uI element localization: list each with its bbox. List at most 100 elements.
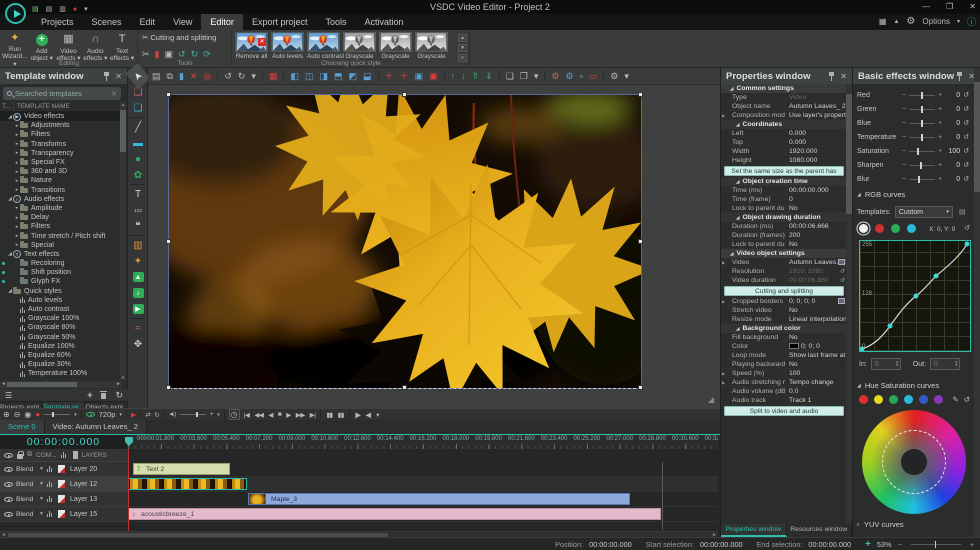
free-shape-tool-icon[interactable]: ✿ <box>128 167 148 183</box>
loop-icon[interactable]: ⇄ <box>145 411 150 419</box>
slider-minus-icon[interactable]: − <box>902 162 906 169</box>
prop-section-coordinates[interactable]: ◢Coordinates <box>721 120 847 129</box>
tree-item-auto-contrast[interactable]: Auto contrast <box>0 305 121 314</box>
tree-item-time-stretch-pitch-shift[interactable]: ▸Time stretch / Pitch shift <box>0 231 121 240</box>
align-center-icon[interactable]: ◫ <box>305 68 314 85</box>
prop-row-width[interactable]: Width1920.000 <box>721 147 847 156</box>
zoom-menu-icon[interactable]: ▾ <box>74 412 77 418</box>
prop-row-loop-mode[interactable]: Loop modeShow last frame at the er <box>721 351 847 360</box>
prop-value[interactable]: 00:00:06.666 <box>785 223 847 230</box>
visibility-icon[interactable] <box>4 482 13 487</box>
slider-minus-icon[interactable]: − <box>902 134 906 141</box>
prop-row-color[interactable]: Color0; 0; 0 <box>721 342 847 351</box>
sprite-tool-icon[interactable]: ▶ <box>128 301 148 317</box>
markers-menu-button[interactable]: ▾ <box>376 411 379 419</box>
fast-forward-button[interactable]: ▶▶ <box>296 411 305 419</box>
jump-end-button[interactable]: ▶| <box>310 411 316 419</box>
menu-item-projects[interactable]: Projects <box>32 14 83 30</box>
tree-item-nature[interactable]: ▸Nature <box>0 176 121 185</box>
prop-value[interactable]: No <box>785 241 847 248</box>
scene-settings-icon[interactable]: ⚙ <box>551 68 559 85</box>
options-dropdown-icon[interactable]: ▾ <box>957 18 960 25</box>
tree-item-360-and-3d[interactable]: ▸360 and 3D <box>0 167 121 176</box>
tooltip-tool-icon[interactable]: ❝ <box>128 218 148 234</box>
hue-color-dot[interactable] <box>904 395 913 404</box>
blend-mode-select[interactable]: Blend <box>16 466 36 473</box>
scroll-left-icon[interactable]: ◄ <box>1 381 6 388</box>
blend-dropdown-icon[interactable]: ▼ <box>39 511 44 517</box>
pin-icon[interactable] <box>103 72 110 81</box>
slider-plus-icon[interactable]: + <box>938 148 942 155</box>
blend-mode-select[interactable]: Blend <box>16 496 36 503</box>
tree-item-equalize-60[interactable]: Equalize 60% <box>0 351 121 360</box>
prop-value[interactable]: No <box>785 361 847 368</box>
visibility-icon[interactable] <box>4 512 13 517</box>
timeline-tab-video-autumn-leaves-2[interactable]: Video: Autumn Leaves_ 2 <box>45 420 147 434</box>
slider-track-sharpen[interactable] <box>909 165 935 166</box>
group-column-icon[interactable]: ⧉ <box>27 451 32 459</box>
prop-value[interactable]: 100 <box>785 370 847 377</box>
align-left-icon[interactable]: ◧ <box>290 68 299 85</box>
prop-value[interactable]: 00:00:00.000 <box>785 187 847 194</box>
hue-color-dot[interactable] <box>934 395 943 404</box>
object-settings-icon[interactable]: ⚙ <box>565 68 573 85</box>
view-settings-icon[interactable]: ⚙ <box>610 68 618 85</box>
prop-value[interactable]: 0.0 <box>785 388 847 395</box>
tab-properties-window[interactable]: Properties window <box>721 524 787 537</box>
tree-item-special-fx[interactable]: ▸Special FX <box>0 158 121 167</box>
tree-item-grayscale-100[interactable]: Grayscale 100% <box>0 314 121 323</box>
menu-item-scenes[interactable]: Scenes <box>83 14 131 30</box>
slider-reset-icon[interactable]: ↺ <box>963 119 969 127</box>
image-tool-icon[interactable]: ▲ <box>128 269 148 285</box>
copy-icon[interactable]: ⧉ <box>167 68 173 85</box>
quick-style-grayscale-3[interactable]: Grayscale <box>343 32 376 60</box>
prop-value[interactable]: Linear interpolation <box>785 316 847 323</box>
menu-item-edit[interactable]: Edit <box>131 14 165 30</box>
fit-height-icon[interactable]: ▣ <box>429 68 438 85</box>
layer-color-swatch[interactable] <box>58 495 65 503</box>
hue-color-dot[interactable] <box>889 395 898 404</box>
scroll-down-icon[interactable]: ▼ <box>120 375 126 380</box>
curve-channel-dot[interactable] <box>907 224 916 233</box>
track-header-layer-15[interactable]: Blend▼Layer 15 <box>0 507 128 522</box>
slider-minus-icon[interactable]: − <box>902 176 906 183</box>
prop-value[interactable]: No <box>785 307 847 314</box>
slider-plus-icon[interactable]: + <box>938 120 942 127</box>
slider-track-red[interactable] <box>909 95 935 96</box>
zoom-slider[interactable] <box>911 544 961 545</box>
clip-acousticbreeze-1[interactable]: acousticbreeze_1 <box>128 508 661 520</box>
refresh-icon[interactable]: ↻ <box>115 390 123 401</box>
tree-item-audio-effects[interactable]: ◢∩Audio effects <box>0 195 121 204</box>
clock-icon[interactable]: ◷ <box>229 409 240 420</box>
audio-column-icon[interactable] <box>61 452 66 458</box>
slider-plus-icon[interactable]: + <box>938 134 942 141</box>
undo-menu-icon[interactable]: ▾ <box>251 68 256 85</box>
prop-value[interactable]: 0; 0; 0 <box>785 343 847 350</box>
track-header-layer-12[interactable]: Blend▼Layer 12 <box>0 477 128 492</box>
slider-reset-icon[interactable]: ↺ <box>963 175 969 183</box>
tab-resources-window[interactable]: Resources window <box>787 524 853 537</box>
selection-handle[interactable] <box>402 385 407 390</box>
slider-minus-icon[interactable]: − <box>902 92 906 99</box>
slider-minus-icon[interactable]: − <box>902 148 906 155</box>
prop-value[interactable]: 00:00:06.660 <box>785 277 847 284</box>
prop-row-speed[interactable]: ▶Speed (%)100 <box>721 369 847 378</box>
slider-track-blur[interactable] <box>909 179 935 180</box>
curve-reset-icon[interactable]: ↺ <box>964 224 970 232</box>
center-vertical-icon[interactable]: ＋ <box>400 68 409 85</box>
slider-track-green[interactable] <box>909 109 935 110</box>
prop-value[interactable]: Autumn Leaves_ 2 <box>785 103 847 110</box>
quick-style-grayscale-5[interactable]: Grayscale <box>415 32 448 60</box>
hue-color-dot[interactable] <box>874 395 883 404</box>
tree-item-auto-levels[interactable]: Auto levels <box>0 296 121 305</box>
hue-saturation-wheel[interactable] <box>862 410 966 514</box>
tree-view-icon[interactable]: ☰ <box>5 391 12 400</box>
hue-reset-icon[interactable]: ↺ <box>964 395 970 404</box>
prop-row-time-ms[interactable]: Time (ms)00:00:00.000 <box>721 186 847 195</box>
tree-item-glyph-fx[interactable]: Glyph FX <box>0 277 121 286</box>
tree-item-delay[interactable]: ▸Delay <box>0 213 121 222</box>
slider-minus-icon[interactable]: − <box>902 106 906 113</box>
repeat-icon[interactable]: ↻ <box>154 411 159 419</box>
hide-object-icon[interactable]: ◎ <box>203 68 211 85</box>
clip-maple-3[interactable]: Maple_3 <box>248 493 630 505</box>
